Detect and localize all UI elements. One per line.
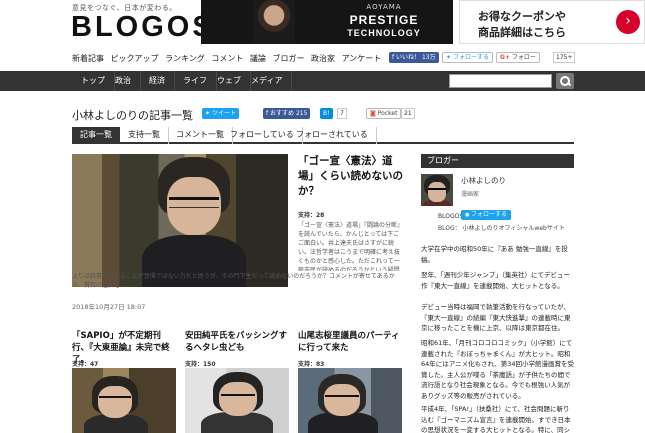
article-card-image-1[interactable]: [72, 368, 176, 433]
blogger-bio-paragraph-4: 昭和61年、「月刊コロコロコミック」（小学館）にて連載された『おぼっちゃまくん』…: [421, 339, 574, 400]
tab-articles[interactable]: 記事一覧: [72, 127, 120, 144]
subnav-ranking[interactable]: ランキング: [165, 54, 205, 63]
blogger-follow-button[interactable]: フォローする: [461, 210, 511, 220]
article-card-support-1: 支持：47: [72, 361, 99, 368]
article-card-support-3: 支持：83: [298, 361, 325, 368]
subnav-blogger[interactable]: ブロガー: [273, 54, 305, 63]
ad-portrait-image: [253, 0, 295, 44]
pocket-button[interactable]: ◙ Pocket: [366, 108, 402, 119]
card3-glasses: [325, 395, 359, 397]
nav-economy[interactable]: 経済: [140, 71, 175, 91]
article-card-title-3[interactable]: 山尾志桜里議員のパーティに行って来た: [298, 330, 402, 354]
main-navigation: トップ 政治 経済 ライフ ウェブ メディア: [0, 71, 645, 91]
blog-label: BLOG：: [438, 225, 461, 232]
avatar-glasses: [428, 188, 446, 191]
blogger-bio-paragraph-2: 翌年、「週刊少年ジャンプ」（集英社）にてデビュー作『東大一直線』を連載開始、大ヒ…: [421, 271, 570, 290]
ad-banner-coupon[interactable]: お得なクーポンや 商品詳細はこちら ›: [459, 0, 645, 44]
ad-brand-sub: AOYAMA: [366, 3, 402, 11]
ad-brand-main: PRESTIGE: [349, 13, 419, 27]
site-logo[interactable]: BLOGOS: [71, 11, 215, 44]
gp-follow-label: フォロー: [511, 54, 536, 61]
hero-support-count: 支持：28: [298, 212, 325, 219]
article-card-image-2[interactable]: [185, 368, 289, 433]
hero-article-excerpt-continued: よりは読書や考えることが習慣ではない方だと思うが、その門下生だって読めないのだろ…: [72, 273, 395, 289]
nav-media[interactable]: メディア: [242, 71, 293, 91]
blog-link-text[interactable]: 小林よしのりオフィシャルwebサイト: [463, 225, 565, 232]
article-card-title-2[interactable]: 安田純平氏をバッシングするヘタレ虫ども: [185, 330, 289, 354]
ad-banner-prestige[interactable]: AOYAMA PRESTIGE TECHNOLOGY: [201, 0, 453, 44]
subnav-politician[interactable]: 政治家: [311, 54, 335, 63]
blogger-bio-paragraph-1: 大学在学中の昭和50年に『ああ 勉強一直線』を投稿。: [421, 245, 568, 264]
facebook-recommend-button[interactable]: f おすすめ 215: [263, 108, 311, 119]
card3-face: [324, 384, 360, 416]
search-icon[interactable]: [556, 73, 574, 89]
pocket-label: Pocket: [377, 110, 398, 117]
subnav-new[interactable]: 新着記事: [72, 54, 104, 63]
fb-recommend-label: おすすめ: [270, 110, 295, 117]
site-header: 意見をつなぐ、日本が変わる。 BLOGOS AOYAMA PRESTIGE TE…: [0, 0, 645, 46]
sidebar-blogger-header: ブロガー: [421, 154, 574, 168]
card2-face: [219, 382, 257, 416]
blogger-bio-paragraph-3: デビュー当時は福岡で執筆活動を行なっていたが、『東大一直線』の続編『東大快進撃』…: [421, 303, 571, 332]
tw-follow-label: フォローする: [452, 54, 489, 61]
card1-glasses: [99, 396, 131, 398]
search-input[interactable]: [449, 74, 552, 88]
subnav-debate[interactable]: 議論: [250, 54, 266, 63]
blogger-occupation: 漫画家: [461, 191, 480, 198]
hatena-label: B!: [323, 110, 330, 117]
hatena-bookmark-button[interactable]: B!: [320, 108, 333, 119]
article-card-support-2: 支持：150: [185, 361, 216, 368]
hero-person-glasses: [169, 197, 219, 208]
article-card-image-3[interactable]: [298, 368, 402, 433]
avatar[interactable]: [421, 174, 453, 206]
page-title: 小林よしのりの記事一覧: [72, 109, 193, 122]
fb-like-count: 13万: [421, 54, 436, 61]
hero-article-date: 2018年10月27日 18:07: [72, 303, 146, 311]
blogger-blog-link[interactable]: BLOG： 小林よしのりオフィシャルwebサイト: [438, 223, 565, 232]
card1-face: [98, 386, 132, 418]
ad-coupon-line2: 商品詳細はこちら: [478, 26, 566, 39]
subnav-comment[interactable]: コメント: [211, 54, 243, 63]
subnav-pickup[interactable]: ピックアップ: [111, 54, 159, 63]
pocket-icon: ◙: [370, 110, 376, 117]
avatar-face: [428, 182, 446, 202]
chevron-right-icon[interactable]: ›: [616, 10, 640, 34]
profile-tabs: 記事一覧 支持一覧 コメント一覧 フォローしている フォローされている: [72, 127, 574, 144]
tweet-label: ツイート: [211, 110, 236, 117]
pocket-count: 21: [401, 108, 415, 119]
blogger-name[interactable]: 小林よしのり: [461, 175, 506, 186]
tab-supports[interactable]: 支持一覧: [120, 127, 169, 144]
google-plus-count: 175+: [553, 52, 576, 63]
subnav-survey[interactable]: アンケート: [342, 54, 382, 63]
ad-coupon-line1: お得なクーポンや: [478, 10, 566, 23]
ad-brand-main2: TECHNOLOGY: [347, 28, 421, 38]
twitter-follow-button[interactable]: ✦ フォローする: [442, 52, 493, 63]
google-plus-icon: G+: [500, 54, 510, 61]
hatena-count: 7: [337, 108, 347, 119]
sub-navigation: 新着記事 ピックアップ ランキング コメント 議論 ブロガー 政治家 アンケート: [72, 53, 385, 64]
hero-person-figure: [142, 157, 246, 287]
google-plus-follow-button[interactable]: G+ フォロー: [496, 52, 540, 63]
hero-article-image[interactable]: [72, 154, 288, 287]
card2-glasses: [221, 394, 255, 396]
hero-article-excerpt: 「ゴー宣〈憲法〉道場」『闘論の分断』を読んでいたら、かんじとっては下ごご面白い。…: [298, 222, 404, 271]
nav-politics[interactable]: 政治: [106, 71, 141, 91]
fb-recommend-count: 215: [295, 110, 308, 117]
blogger-bio-paragraph-5: 平成4年、「SPA!」（扶桑社）にて、社会問題に斬り込む『ゴーマニズム宣言』を連…: [421, 405, 571, 433]
fb-like-label: いいね！: [396, 54, 421, 61]
facebook-like-button[interactable]: f いいね！ 13万: [389, 52, 439, 63]
tweet-button[interactable]: ✦ ツイート: [202, 108, 239, 119]
tab-followers[interactable]: フォローされている: [288, 127, 377, 144]
hero-article-title[interactable]: 「ゴー宣〈憲法〉道場」くらい読めないのか？: [298, 154, 404, 199]
